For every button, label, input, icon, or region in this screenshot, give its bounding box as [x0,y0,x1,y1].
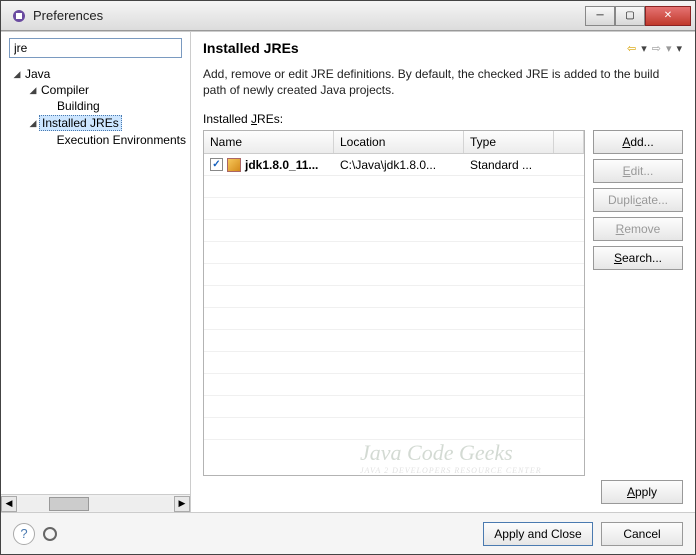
tree-item-compiler[interactable]: ◢Compiler [3,82,188,98]
titlebar: Preferences ─ ▢ ✕ [1,1,695,31]
window-controls: ─ ▢ ✕ [585,6,691,26]
nav-forward-icon[interactable]: ⇨ [651,42,662,55]
sidebar: ◢Java ◢Compiler ◢Building ◢Installed JRE… [1,32,191,512]
empty-rows [204,176,584,440]
scroll-thumb[interactable] [49,497,89,511]
jres-table: Name Location Type ✓ jdk1.8.0_11... [203,130,585,476]
apply-and-close-button[interactable]: Apply and Close [483,522,593,546]
tree-item-execution-environments[interactable]: ◢Execution Environments [3,132,188,148]
nav-back-icon[interactable]: ⇦ [626,42,637,55]
apply-row: Apply [203,476,683,506]
scroll-right-icon[interactable]: ▶ [174,496,190,512]
footer-buttons: Apply and Close Cancel [483,522,683,546]
nav-forward-menu-icon[interactable]: ▾ [665,42,673,55]
record-icon[interactable] [43,527,57,541]
row-checkbox[interactable]: ✓ [210,158,223,171]
maximize-button[interactable]: ▢ [615,6,645,26]
search-input[interactable] [9,38,182,58]
row-name: jdk1.8.0_11... [245,158,318,172]
side-buttons: Add... Edit... Duplicate... Remove Searc… [593,130,683,476]
window-title: Preferences [33,8,585,23]
section-label: Installed JREs: [203,112,683,126]
close-button[interactable]: ✕ [645,6,691,26]
table-body: ✓ jdk1.8.0_11... C:\Java\jdk1.8.0... Sta… [204,154,584,475]
page-description: Add, remove or edit JRE definitions. By … [203,66,683,98]
duplicate-button[interactable]: Duplicate... [593,188,683,212]
table-row[interactable]: ✓ jdk1.8.0_11... C:\Java\jdk1.8.0... Sta… [204,154,584,176]
col-location[interactable]: Location [334,131,464,153]
preferences-tree: ◢Java ◢Compiler ◢Building ◢Installed JRE… [1,62,190,494]
table-header: Name Location Type [204,131,584,154]
row-location: C:\Java\jdk1.8.0... [334,158,464,172]
scroll-left-icon[interactable]: ◀ [1,496,17,512]
sidebar-h-scrollbar[interactable]: ◀ ▶ [1,494,190,512]
row-type: Standard ... [464,158,554,172]
table-area: Name Location Type ✓ jdk1.8.0_11... [203,130,683,476]
help-icon[interactable]: ? [13,523,35,545]
nav-menu-icon[interactable]: ▾ [675,42,683,55]
dialog-body: ◢Java ◢Compiler ◢Building ◢Installed JRE… [1,31,695,512]
add-button[interactable]: Add... [593,130,683,154]
preferences-window: Preferences ─ ▢ ✕ ◢Java ◢Compiler ◢Build… [0,0,696,555]
search-button[interactable]: Search... [593,246,683,270]
footer-left: ? [13,523,57,545]
main-panel: Installed JREs ⇦ ▾ ⇨ ▾ ▾ Add, remove or … [191,32,695,512]
cancel-button[interactable]: Cancel [601,522,683,546]
tree-item-java[interactable]: ◢Java [3,66,188,82]
nav-icons: ⇦ ▾ ⇨ ▾ ▾ [626,42,683,55]
tree-item-installed-jres[interactable]: ◢Installed JREs [3,114,188,132]
col-empty [554,131,584,153]
main-header: Installed JREs ⇦ ▾ ⇨ ▾ ▾ [203,40,683,56]
minimize-button[interactable]: ─ [585,6,615,26]
nav-back-menu-icon[interactable]: ▾ [640,42,648,55]
search-wrap [1,32,190,62]
tree-item-building[interactable]: ◢Building [3,98,188,114]
edit-button[interactable]: Edit... [593,159,683,183]
col-name[interactable]: Name [204,131,334,153]
scroll-track[interactable] [19,497,172,511]
remove-button[interactable]: Remove [593,217,683,241]
col-type[interactable]: Type [464,131,554,153]
page-title: Installed JREs [203,40,626,56]
footer: ? Apply and Close Cancel [1,512,695,554]
jdk-icon [227,158,241,172]
apply-button[interactable]: Apply [601,480,683,504]
window-icon [11,8,27,24]
